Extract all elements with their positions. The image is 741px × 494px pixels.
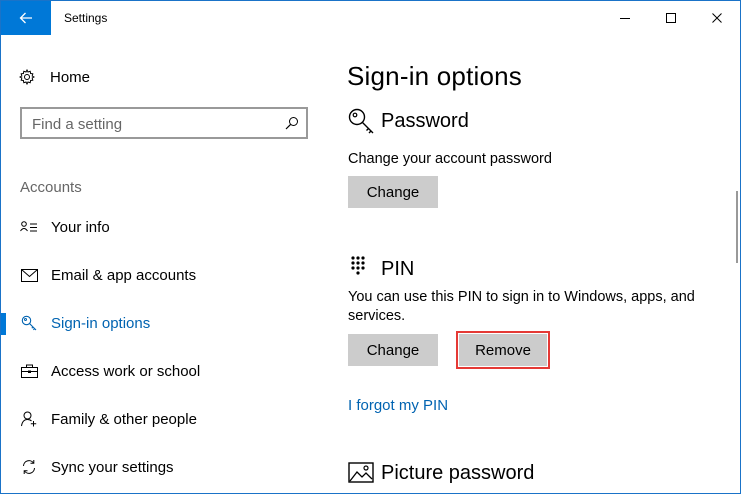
pin-remove-button[interactable]: Remove [456,331,550,369]
sidebar-item-label: Sync your settings [51,458,174,476]
briefcase-icon [20,363,38,379]
sidebar-item-label: Access work or school [51,362,201,380]
page-title: Sign-in options [347,61,522,91]
key-icon [347,107,375,135]
close-icon [712,13,722,23]
sidebar-item-label: Your info [51,218,110,236]
close-button[interactable] [694,1,740,35]
minimize-icon [620,18,630,19]
maximize-icon [666,13,676,23]
active-indicator [1,313,6,335]
window-title: Settings [64,11,108,25]
home-label: Home [50,68,91,86]
sidebar-item-home[interactable]: Home [19,67,90,87]
person-add-icon [20,411,38,427]
sidebar-item-access-work-school[interactable]: Access work or school [1,351,331,391]
search-box [20,107,308,139]
settings-window: Settings Home Find a setting Accounts Yo… [0,0,741,494]
sidebar: Home Accounts Your info [1,35,331,494]
section-label-accounts: Accounts [20,179,82,196]
picture-icon [347,459,375,487]
sync-icon [20,459,38,475]
keypad-icon [347,255,375,283]
sidebar-item-label: Email & app accounts [51,266,197,284]
sidebar-item-label: Sign-in options [51,314,151,332]
password-heading: Password [381,109,469,132]
search-icon[interactable] [285,116,299,130]
password-section-header: Password [347,107,469,135]
key-icon [20,315,38,331]
sidebar-item-your-info[interactable]: Your info [1,207,331,247]
sidebar-item-label: Family & other people [51,410,197,428]
pin-heading: PIN [381,257,415,280]
arrow-left-icon [19,12,32,24]
back-button[interactable] [1,1,51,35]
pin-section-header: PIN [347,255,414,283]
sidebar-item-sign-in-options[interactable]: Sign-in options [1,303,331,343]
scrollbar[interactable] [729,35,739,493]
picture-password-section-header: Picture password [347,459,534,487]
password-description: Change your account password [348,151,552,167]
pin-description: You can use this PIN to sign in to Windo… [348,289,695,324]
title-bar: Settings [1,1,740,35]
picture-password-heading: Picture password [381,461,535,484]
scrollbar-thumb[interactable] [736,191,738,263]
gear-icon [19,69,35,85]
maximize-button[interactable] [648,1,694,35]
main-content: Sign-in options Password Change your acc… [331,35,726,494]
pin-change-button[interactable]: Change [348,334,438,366]
mail-icon [20,267,38,283]
sidebar-item-sync-settings[interactable]: Sync your settings [1,447,331,487]
password-change-button[interactable]: Change [348,176,438,208]
forgot-pin-link[interactable]: I forgot my PIN [348,397,448,414]
sidebar-item-email-app-accounts[interactable]: Email & app accounts [1,255,331,295]
sidebar-item-family-other-people[interactable]: Family & other people [1,399,331,439]
minimize-button[interactable] [602,1,648,35]
person-list-icon [20,219,38,235]
search-input[interactable] [32,114,272,134]
